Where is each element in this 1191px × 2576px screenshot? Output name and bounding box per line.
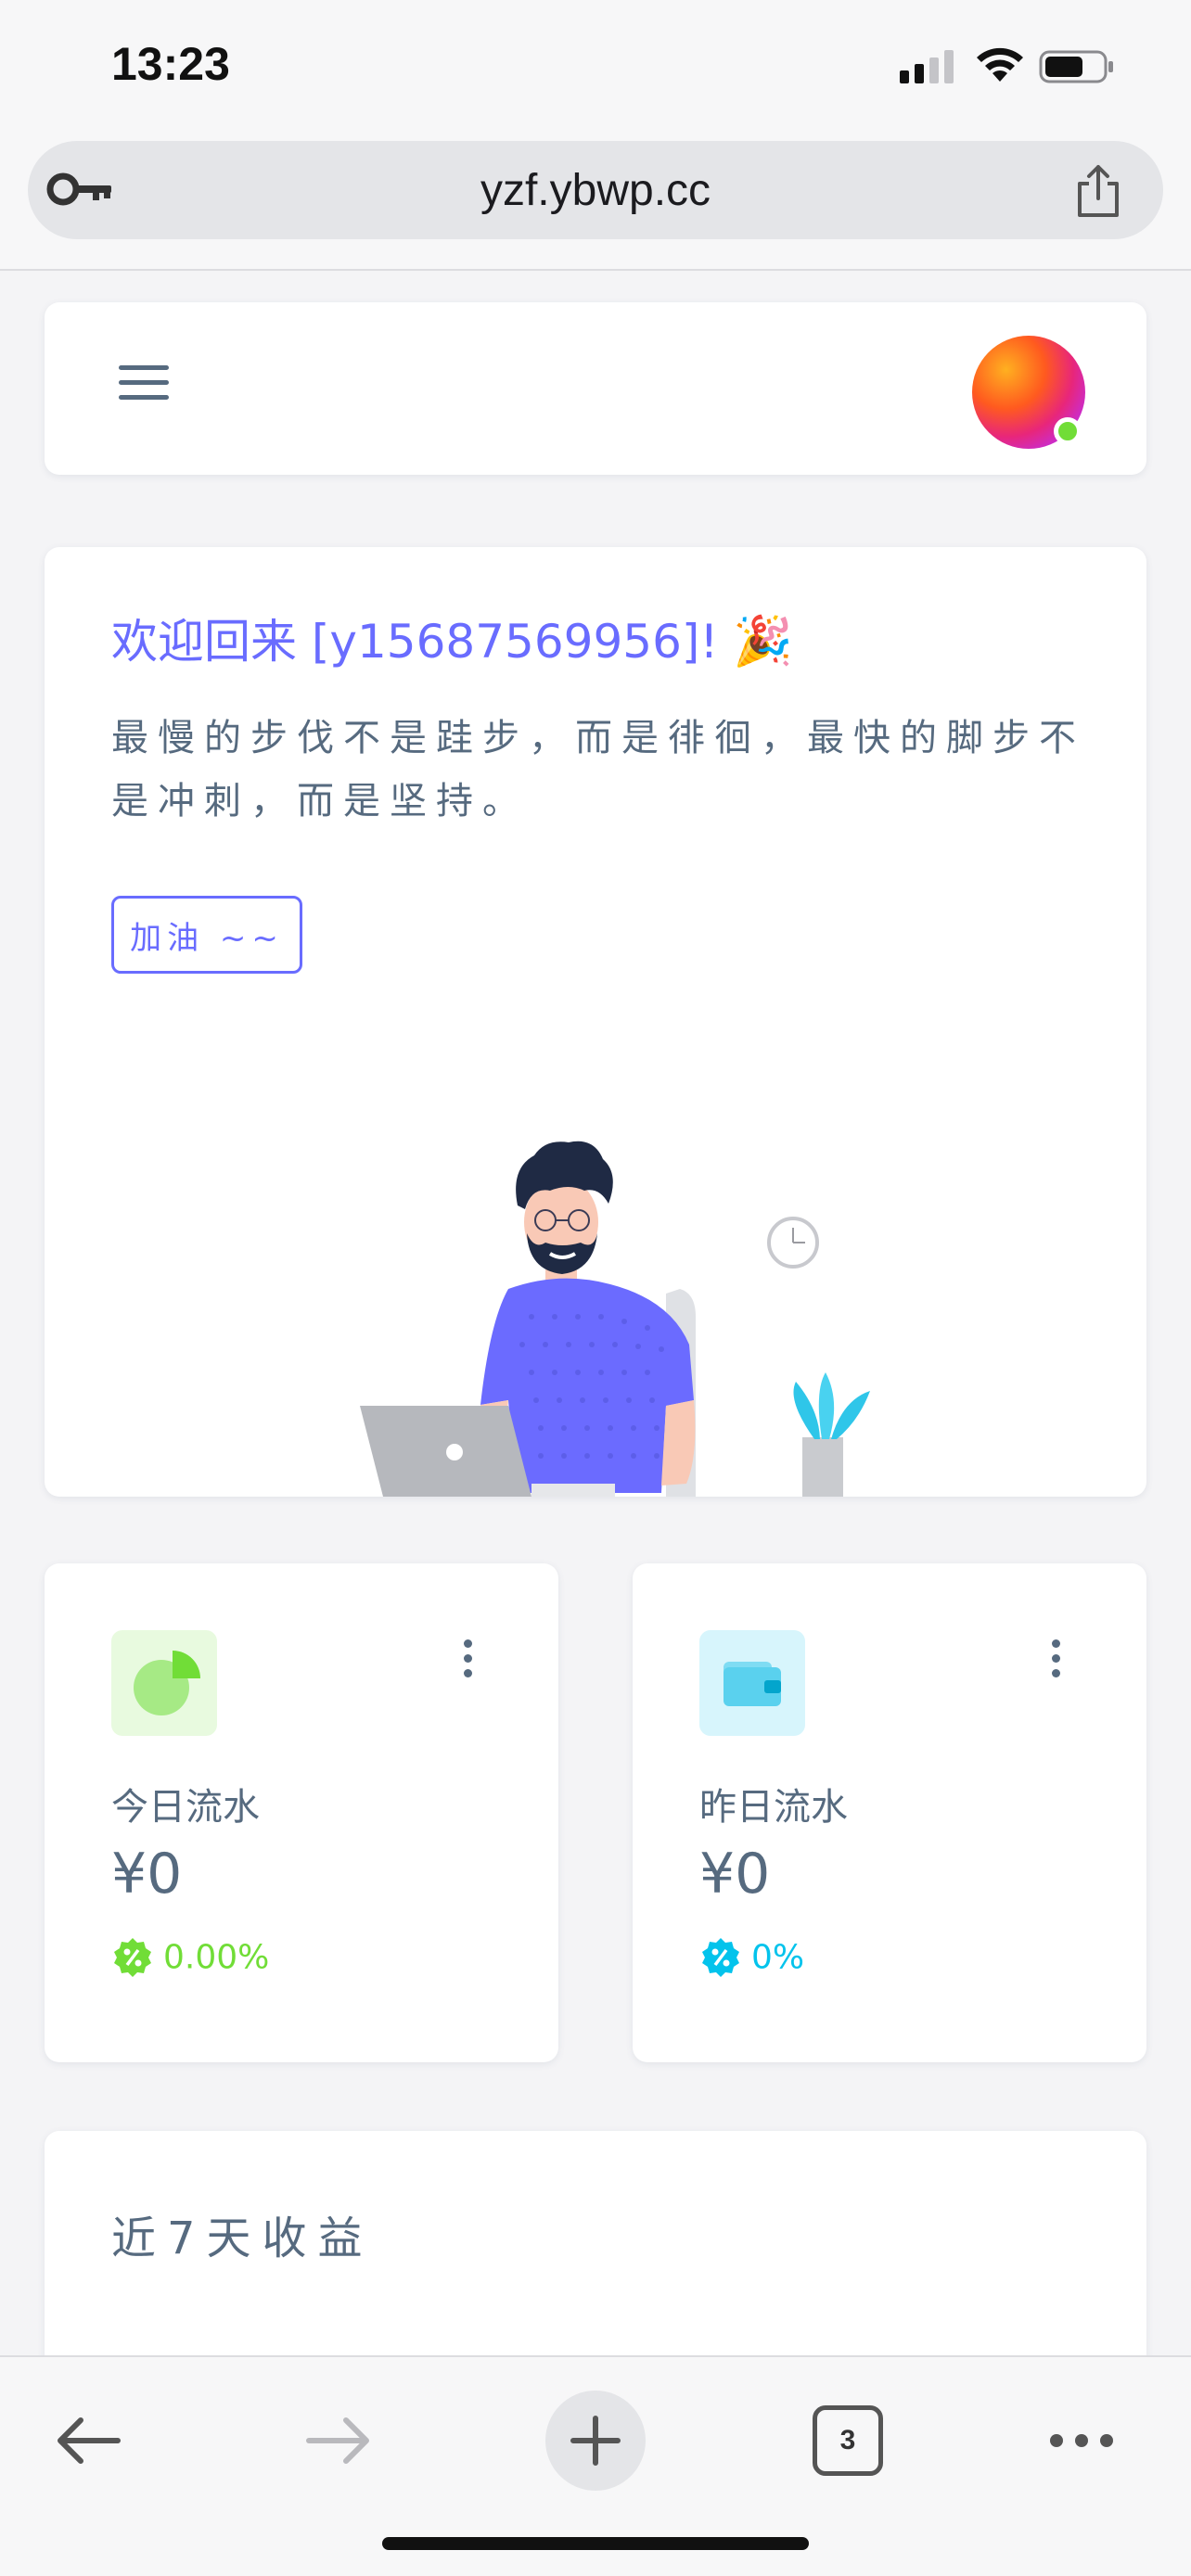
- percent-badge-icon: [702, 1938, 739, 1977]
- more-menu-icon[interactable]: [1044, 2394, 1119, 2487]
- more-options-icon[interactable]: [1046, 1639, 1065, 1682]
- stat-card-yesterday: 昨日流水 ¥0 0%: [633, 1563, 1146, 2062]
- plus-icon: [570, 2416, 621, 2466]
- cellular-signal-icon: [900, 50, 954, 83]
- address-bar[interactable]: yzf.ybwp.cc: [28, 141, 1163, 239]
- top-navbar: [45, 302, 1146, 475]
- stat-icon-box: [699, 1630, 805, 1736]
- stat-card-today: 今日流水 ¥0 0.00%: [45, 1563, 558, 2062]
- stat-amount: ¥0: [111, 1842, 183, 1906]
- online-status-dot: [1054, 417, 1082, 445]
- stat-icon-box: [111, 1630, 217, 1736]
- battery-icon: [1039, 50, 1113, 83]
- cheer-button[interactable]: 加油 ~~: [111, 896, 302, 974]
- man-with-laptop-illustration: [360, 1141, 870, 1497]
- url-text[interactable]: yzf.ybwp.cc: [28, 165, 1163, 216]
- party-popper-icon: 🎉: [733, 614, 794, 670]
- stat-change-value: 0.00%: [163, 1938, 270, 1977]
- stat-change-value: 0%: [751, 1938, 805, 1977]
- welcome-card: 欢迎回来 [y15687569956]! 🎉 最慢的步伐不是跬步，而是徘徊，最快…: [45, 547, 1146, 1497]
- percent-badge-icon: [114, 1938, 151, 1977]
- motivational-quote: 最慢的步伐不是跬步，而是徘徊，最快的脚步不是冲刺，而是坚持。: [111, 717, 1085, 823]
- forward-button[interactable]: [297, 2394, 380, 2487]
- browser-address-area: yzf.ybwp.cc: [0, 121, 1191, 271]
- more-options-icon[interactable]: [458, 1639, 477, 1682]
- stat-change: 0%: [699, 1936, 804, 1979]
- revenue-title: 近7天收益: [111, 2213, 374, 2264]
- home-indicator[interactable]: [382, 2537, 809, 2550]
- hamburger-menu-icon[interactable]: [119, 365, 169, 410]
- arrow-left-icon: [58, 2417, 121, 2464]
- back-button[interactable]: [46, 2394, 130, 2487]
- status-bar: 13:23: [0, 0, 1191, 139]
- stat-amount: ¥0: [699, 1842, 771, 1906]
- avatar[interactable]: [972, 336, 1085, 449]
- wallet-icon: [724, 1662, 781, 1706]
- share-icon[interactable]: [1072, 163, 1124, 219]
- stat-label: 昨日流水: [699, 1786, 848, 1829]
- stat-change: 0.00%: [111, 1936, 269, 1979]
- status-time: 13:23: [111, 38, 230, 90]
- arrow-right-icon: [306, 2417, 369, 2464]
- welcome-title: 欢迎回来 [y15687569956]! 🎉: [111, 605, 793, 671]
- welcome-title-text: 欢迎回来 [y15687569956]!: [111, 615, 719, 669]
- stat-label: 今日流水: [111, 1786, 260, 1829]
- new-tab-button[interactable]: [545, 2391, 646, 2491]
- wifi-icon: [977, 47, 1023, 82]
- pie-chart-icon: [134, 1651, 200, 1715]
- tab-switcher-button[interactable]: 3: [813, 2405, 883, 2476]
